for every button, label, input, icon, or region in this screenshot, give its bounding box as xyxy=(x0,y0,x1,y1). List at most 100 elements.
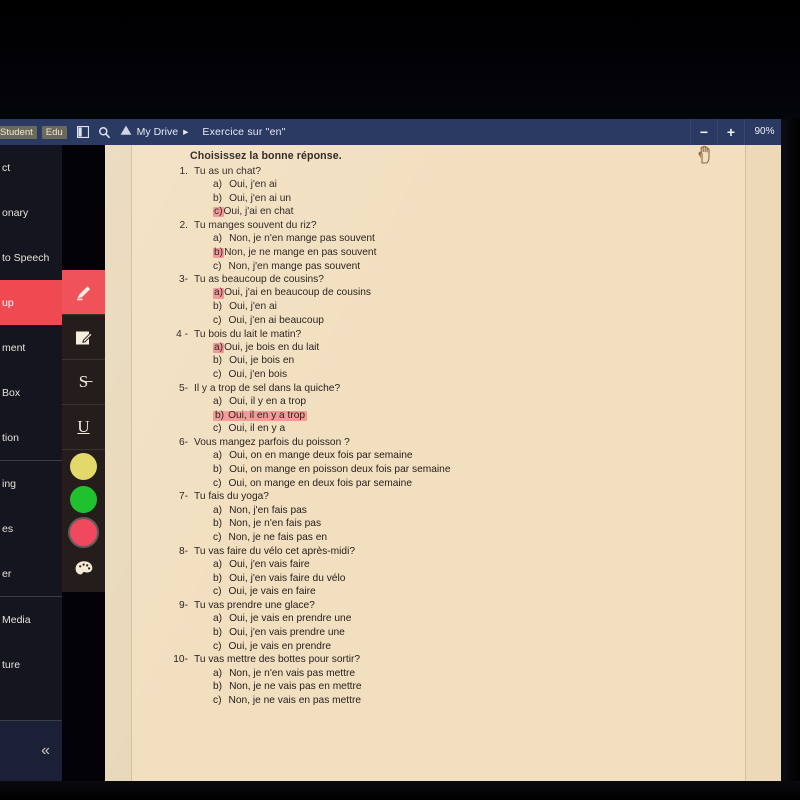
color-green-button[interactable] xyxy=(62,483,105,516)
tool-menu-item-dictionary[interactable]: onary xyxy=(0,190,62,235)
answer-option[interactable]: a) Oui, il y en a trop xyxy=(213,396,725,407)
color-red-button[interactable] xyxy=(62,516,105,549)
option-text: Oui, j'ai en chat xyxy=(223,206,294,218)
tool-menu-item-label: Media xyxy=(2,613,31,626)
color-yellow-button[interactable] xyxy=(62,450,105,483)
tool-menu-item-label: es xyxy=(2,522,14,535)
question-line: 9- Tu vas prendre une glace? xyxy=(172,600,725,611)
question-number: 10- xyxy=(173,654,188,666)
color-palette-icon[interactable] xyxy=(62,549,105,589)
question-number: 5- xyxy=(178,382,188,394)
answer-option[interactable]: a) Oui, je bois en du lait xyxy=(213,342,725,353)
answer-option[interactable]: b) Non, je n'en fais pas xyxy=(213,519,725,529)
answer-option[interactable]: c) Non, je ne vais en pas mettre xyxy=(213,695,725,706)
answer-option[interactable]: c) Oui, j'ai en chat xyxy=(213,206,725,218)
answer-option[interactable]: c) Oui, il en y a xyxy=(213,424,725,434)
document-title: Exercice sur "en" xyxy=(202,126,286,138)
question-number: 3- xyxy=(178,274,188,286)
question-number: 4 - xyxy=(176,328,188,340)
tool-menu-item-comment[interactable]: ment xyxy=(0,325,62,370)
answer-option[interactable]: b) Oui, je bois en xyxy=(213,356,725,366)
tool-menu-item-markup[interactable]: up xyxy=(0,280,62,325)
option-label: a) xyxy=(213,667,223,679)
zoom-out-button[interactable]: − xyxy=(690,119,717,145)
monitor-bezel-top xyxy=(0,0,800,119)
answer-option[interactable]: b) Oui, j'en ai un xyxy=(213,193,725,204)
search-icon[interactable] xyxy=(94,119,116,145)
option-text: Oui, j'en bois xyxy=(228,369,288,381)
question-block: 4 - Tu bois du lait le matin? a) Oui, je bo… xyxy=(165,328,725,381)
question-number: 1. xyxy=(179,165,189,177)
answer-option[interactable]: a) Oui, j'en vais faire xyxy=(213,559,725,570)
answer-option[interactable]: b) Oui, j'en vais prendre une xyxy=(213,627,725,638)
answer-option[interactable]: b) Non, je ne mange en pas souvent xyxy=(213,247,725,259)
answer-option[interactable]: a) Non, j'en fais pas xyxy=(213,505,725,516)
option-text: Non, je ne vais pas en mettre xyxy=(229,681,362,693)
tool-menu-item-label: tion xyxy=(2,431,19,444)
option-label: a) xyxy=(213,233,223,245)
document-viewer[interactable]: Choisissez la bonne réponse. 1. Tu as un … xyxy=(105,145,781,781)
answer-option[interactable]: c) Oui, je vais en faire xyxy=(213,587,725,597)
option-text: Oui, je vais en prendre une xyxy=(229,613,352,625)
tool-menu-item-label: ing xyxy=(2,477,17,490)
zoom-in-button[interactable]: + xyxy=(717,119,744,145)
color-green-swatch xyxy=(70,486,97,513)
tool-menu-item-shapes[interactable]: es xyxy=(0,506,62,551)
answer-option[interactable]: b) Oui, j'en vais faire du vélo xyxy=(213,573,725,584)
answer-option[interactable]: a) Oui, on en mange deux fois par semaine xyxy=(213,451,725,461)
answer-option[interactable]: c) Non, j'en mange pas souvent xyxy=(213,260,725,272)
answer-option[interactable]: a) Oui, j'en ai xyxy=(213,179,725,190)
question-block: 2. Tu manges souvent du riz? a) Non, je n'e… xyxy=(165,220,725,272)
answer-option[interactable]: c) Oui, j'en ai beaucoup xyxy=(213,315,725,326)
option-label: b) xyxy=(213,301,223,313)
screen-photo: Student Edu My Drive ▸ Exercice sur "en"… xyxy=(0,0,800,800)
question-number: 8- xyxy=(178,545,188,557)
breadcrumb-my-drive[interactable]: My Drive ▸ xyxy=(120,125,189,139)
answer-option[interactable]: c) Non, je ne fais pas en xyxy=(213,532,725,543)
tool-menu-item-insert-media[interactable]: Media xyxy=(0,597,62,642)
badge-edu[interactable]: Edu xyxy=(41,125,67,139)
tool-menu-item-select[interactable]: ct xyxy=(0,145,62,190)
answer-option[interactable]: c) Oui, je vais en prendre xyxy=(213,641,725,652)
monitor-bezel-bottom xyxy=(0,781,800,800)
answer-option[interactable]: a) Oui, je vais en prendre une xyxy=(213,614,725,624)
option-text: Non, j'en mange pas souvent xyxy=(228,260,361,272)
underline-icon[interactable]: U xyxy=(62,405,105,450)
collapse-sidebar-button[interactable]: « xyxy=(0,721,62,781)
strikethrough-icon[interactable]: S̶ xyxy=(62,360,105,405)
underline-glyph: U xyxy=(77,417,90,436)
option-label: a) xyxy=(213,450,223,462)
tool-menu-item-drawing[interactable]: ing xyxy=(0,461,62,506)
tool-menu-item-text-to-speech[interactable]: to Speech xyxy=(0,235,62,280)
answer-option[interactable]: c) Oui, on mange en deux fois par semaine xyxy=(213,478,725,489)
answer-option[interactable]: b) Oui, j'en ai xyxy=(213,301,725,313)
answer-option[interactable]: c) Oui, j'en bois xyxy=(213,369,725,381)
zoom-level-value[interactable]: 90% xyxy=(744,119,784,145)
answer-option[interactable]: b) Oui, on mange en poisson deux fois par… xyxy=(213,464,725,476)
highlighter-icon[interactable] xyxy=(62,270,105,315)
option-label: b) xyxy=(213,627,223,638)
chevron-right-icon: ▸ xyxy=(183,126,189,138)
option-text: Oui, je bois en xyxy=(229,355,295,367)
tool-menu-item-label: onary xyxy=(2,206,29,219)
google-drive-icon xyxy=(120,125,132,139)
question-line: 6- Vous mangez parfois du poisson ? xyxy=(172,437,725,449)
question-text: Vous mangez parfois du poisson ? xyxy=(194,437,350,449)
badge-student[interactable]: Student xyxy=(0,125,37,139)
tool-menu-item-signature[interactable]: ture xyxy=(0,642,62,687)
tool-menu-item-text-box[interactable]: Box xyxy=(0,370,62,415)
option-label: c) xyxy=(213,369,222,381)
color-swatch-list xyxy=(62,450,105,549)
answer-option[interactable]: a) Non, je n'en mange pas souvent xyxy=(213,233,725,245)
answer-option[interactable]: a) Non, je n'en vais pas mettre xyxy=(213,667,725,679)
tool-menu-item-eraser[interactable]: er xyxy=(0,551,62,596)
option-label: b) xyxy=(213,464,223,476)
panel-toggle-icon[interactable] xyxy=(72,119,94,145)
tool-menu-item-equation[interactable]: tion xyxy=(0,415,62,460)
question-block: 6- Vous mangez parfois du poisson ? a) Oui,… xyxy=(165,437,725,489)
text-box-icon[interactable] xyxy=(62,315,105,360)
question-block: 3- Tu as beaucoup de cousins? a) Oui, j'ai … xyxy=(165,275,725,326)
answer-option[interactable]: b) Oui, il en y a trop xyxy=(213,410,725,421)
answer-option[interactable]: b) Non, je ne vais pas en mettre xyxy=(213,682,725,692)
answer-option[interactable]: a) Oui, j'ai en beaucoup de cousins xyxy=(213,288,725,299)
